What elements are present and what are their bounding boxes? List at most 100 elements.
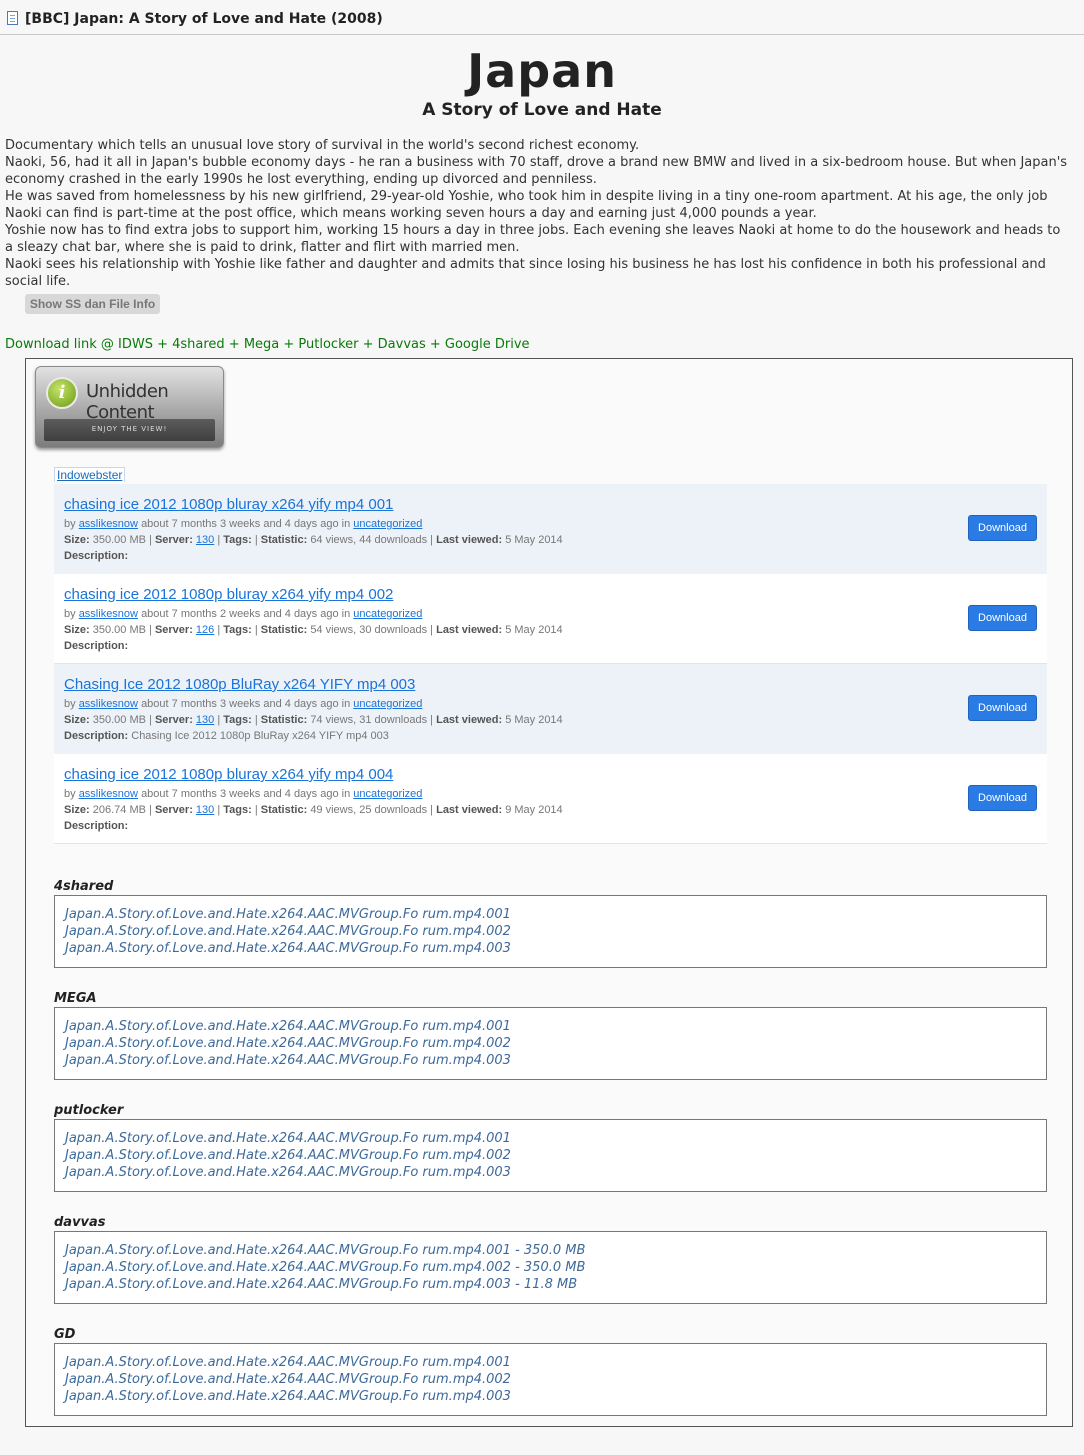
- description: Documentary which tells an unusual love …: [5, 137, 1084, 290]
- server-label: Server:: [154, 804, 193, 816]
- download-button[interactable]: Download: [968, 695, 1037, 721]
- download-link[interactable]: Japan.A.Story.of.Love.and.Hate.x264.AAC.…: [65, 1371, 511, 1388]
- in-label: in: [341, 608, 351, 620]
- info-icon: i: [46, 377, 78, 409]
- separator: |: [254, 804, 258, 816]
- by-label: by: [64, 518, 76, 530]
- last-viewed-date: 9 May 2014: [505, 804, 563, 816]
- separator: |: [254, 534, 258, 546]
- last-viewed-label: Last viewed:: [436, 714, 503, 726]
- host-label-4shared: 4shared: [54, 879, 114, 894]
- file-title-link[interactable]: chasing ice 2012 1080p bluray x264 yify …: [64, 496, 393, 513]
- file-meta-line: by asslikesnow about 7 months 3 weeks an…: [64, 698, 422, 710]
- download-link[interactable]: Japan.A.Story.of.Love.and.Hate.x264.AAC.…: [65, 1242, 585, 1259]
- host-links-box: Japan.A.Story.of.Love.and.Hate.x264.AAC.…: [54, 1343, 1047, 1416]
- host-label-putlocker: putlocker: [54, 1103, 124, 1118]
- host-links: Japan.A.Story.of.Love.and.Hate.x264.AAC.…: [65, 1354, 511, 1405]
- download-button[interactable]: Download: [968, 515, 1037, 541]
- unhidden-content-box: i Unhidden Content ENJOY THE VIEW! Indow…: [25, 358, 1073, 1427]
- server-link[interactable]: 126: [196, 624, 214, 636]
- download-link[interactable]: Japan.A.Story.of.Love.and.Hate.x264.AAC.…: [65, 1276, 585, 1293]
- last-viewed-label: Last viewed:: [436, 804, 503, 816]
- upload-age: about 7 months 2 weeks and 4 days ago: [141, 608, 339, 620]
- host-links: Japan.A.Story.of.Love.and.Hate.x264.AAC.…: [65, 1242, 585, 1293]
- host-links-box: Japan.A.Story.of.Love.and.Hate.x264.AAC.…: [54, 1119, 1047, 1192]
- host-label-davvas: davvas: [54, 1215, 106, 1230]
- download-link[interactable]: Japan.A.Story.of.Love.and.Hate.x264.AAC.…: [65, 1052, 511, 1069]
- user-link[interactable]: asslikesnow: [79, 698, 138, 710]
- file-description: Chasing Ice 2012 1080p BluRay x264 YIFY …: [131, 730, 389, 742]
- tags-label: Tags:: [223, 804, 252, 816]
- separator: |: [254, 624, 258, 636]
- download-link[interactable]: Japan.A.Story.of.Love.and.Hate.x264.AAC.…: [65, 1035, 511, 1052]
- server-label: Server:: [154, 624, 193, 636]
- user-link[interactable]: asslikesnow: [79, 518, 138, 530]
- statistic-label: Statistic:: [260, 624, 308, 636]
- download-link[interactable]: Japan.A.Story.of.Love.and.Hate.x264.AAC.…: [65, 1147, 511, 1164]
- host-label-gd: GD: [54, 1327, 76, 1342]
- last-viewed-date: 5 May 2014: [505, 534, 563, 546]
- page-heading: Japan: [467, 44, 617, 98]
- file-meta-line: by asslikesnow about 7 months 3 weeks an…: [64, 788, 422, 800]
- separator: |: [149, 804, 152, 816]
- server-link[interactable]: 130: [196, 714, 214, 726]
- host-links: Japan.A.Story.of.Love.and.Hate.x264.AAC.…: [65, 1018, 511, 1069]
- page-subheading: A Story of Love and Hate: [422, 100, 662, 120]
- file-size: 350.00 MB: [92, 624, 146, 636]
- download-link[interactable]: Japan.A.Story.of.Love.and.Hate.x264.AAC.…: [65, 940, 511, 957]
- tab-indowebster[interactable]: Indowebster: [54, 467, 126, 482]
- category-link[interactable]: uncategorized: [353, 788, 422, 800]
- download-link[interactable]: Japan.A.Story.of.Love.and.Hate.x264.AAC.…: [65, 923, 511, 940]
- category-link[interactable]: uncategorized: [353, 518, 422, 530]
- server-link[interactable]: 130: [196, 804, 214, 816]
- file-title-link[interactable]: chasing ice 2012 1080p bluray x264 yify …: [64, 766, 393, 783]
- upload-age: about 7 months 3 weeks and 4 days ago: [141, 698, 339, 710]
- separator: |: [430, 624, 434, 636]
- file-title-link[interactable]: Chasing Ice 2012 1080p BluRay x264 YIFY …: [64, 676, 415, 693]
- size-label: Size:: [64, 804, 90, 816]
- description-line: Naoki, 56, had it all in Japan's bubble …: [5, 155, 1068, 170]
- size-label: Size:: [64, 714, 90, 726]
- file-title-link[interactable]: chasing ice 2012 1080p bluray x264 yify …: [64, 586, 393, 603]
- separator: |: [217, 624, 221, 636]
- post-title[interactable]: [BBC] Japan: A Story of Love and Hate (2…: [25, 11, 383, 27]
- file-size: 350.00 MB: [92, 714, 146, 726]
- file-statistics: 74 views, 31 downloads: [310, 714, 428, 726]
- download-button[interactable]: Download: [968, 605, 1037, 631]
- download-link[interactable]: Japan.A.Story.of.Love.and.Hate.x264.AAC.…: [65, 1259, 585, 1276]
- in-label: in: [341, 518, 351, 530]
- statistic-label: Statistic:: [260, 804, 308, 816]
- category-link[interactable]: uncategorized: [353, 608, 422, 620]
- description-line: social life.: [5, 274, 71, 289]
- user-link[interactable]: asslikesnow: [79, 788, 138, 800]
- category-link[interactable]: uncategorized: [353, 698, 422, 710]
- server-link[interactable]: 130: [196, 534, 214, 546]
- download-link[interactable]: Japan.A.Story.of.Love.and.Hate.x264.AAC.…: [65, 1164, 511, 1181]
- by-label: by: [64, 698, 76, 710]
- size-label: Size:: [64, 624, 90, 636]
- file-stats-line: Size: 206.74 MB | Server: 130 | Tags: | …: [64, 804, 563, 816]
- show-file-info-button[interactable]: Show SS dan File Info: [25, 294, 160, 314]
- file-item: chasing ice 2012 1080p bluray x264 yify …: [54, 574, 1047, 664]
- separator: |: [217, 804, 221, 816]
- file-item: chasing ice 2012 1080p bluray x264 yify …: [54, 754, 1047, 844]
- badge-tagline: ENJOY THE VIEW!: [91, 425, 168, 433]
- description-line: Documentary which tells an unusual love …: [5, 138, 640, 153]
- download-button[interactable]: Download: [968, 785, 1037, 811]
- host-links: Japan.A.Story.of.Love.and.Hate.x264.AAC.…: [65, 906, 511, 957]
- user-link[interactable]: asslikesnow: [79, 608, 138, 620]
- statistic-label: Statistic:: [260, 714, 308, 726]
- file-item: chasing ice 2012 1080p bluray x264 yify …: [54, 484, 1047, 574]
- download-link[interactable]: Japan.A.Story.of.Love.and.Hate.x264.AAC.…: [65, 1130, 511, 1147]
- upload-age: about 7 months 3 weeks and 4 days ago: [141, 518, 339, 530]
- unhidden-content-badge: i Unhidden Content ENJOY THE VIEW!: [35, 366, 224, 448]
- download-link[interactable]: Japan.A.Story.of.Love.and.Hate.x264.AAC.…: [65, 1354, 511, 1371]
- file-meta-line: by asslikesnow about 7 months 2 weeks an…: [64, 608, 422, 620]
- separator: |: [217, 534, 221, 546]
- description-line: Naoki can find is part-time at the post …: [5, 206, 817, 221]
- in-label: in: [341, 698, 351, 710]
- separator: |: [430, 714, 434, 726]
- download-link[interactable]: Japan.A.Story.of.Love.and.Hate.x264.AAC.…: [65, 1018, 511, 1035]
- download-link[interactable]: Japan.A.Story.of.Love.and.Hate.x264.AAC.…: [65, 1388, 511, 1405]
- download-link[interactable]: Japan.A.Story.of.Love.and.Hate.x264.AAC.…: [65, 906, 511, 923]
